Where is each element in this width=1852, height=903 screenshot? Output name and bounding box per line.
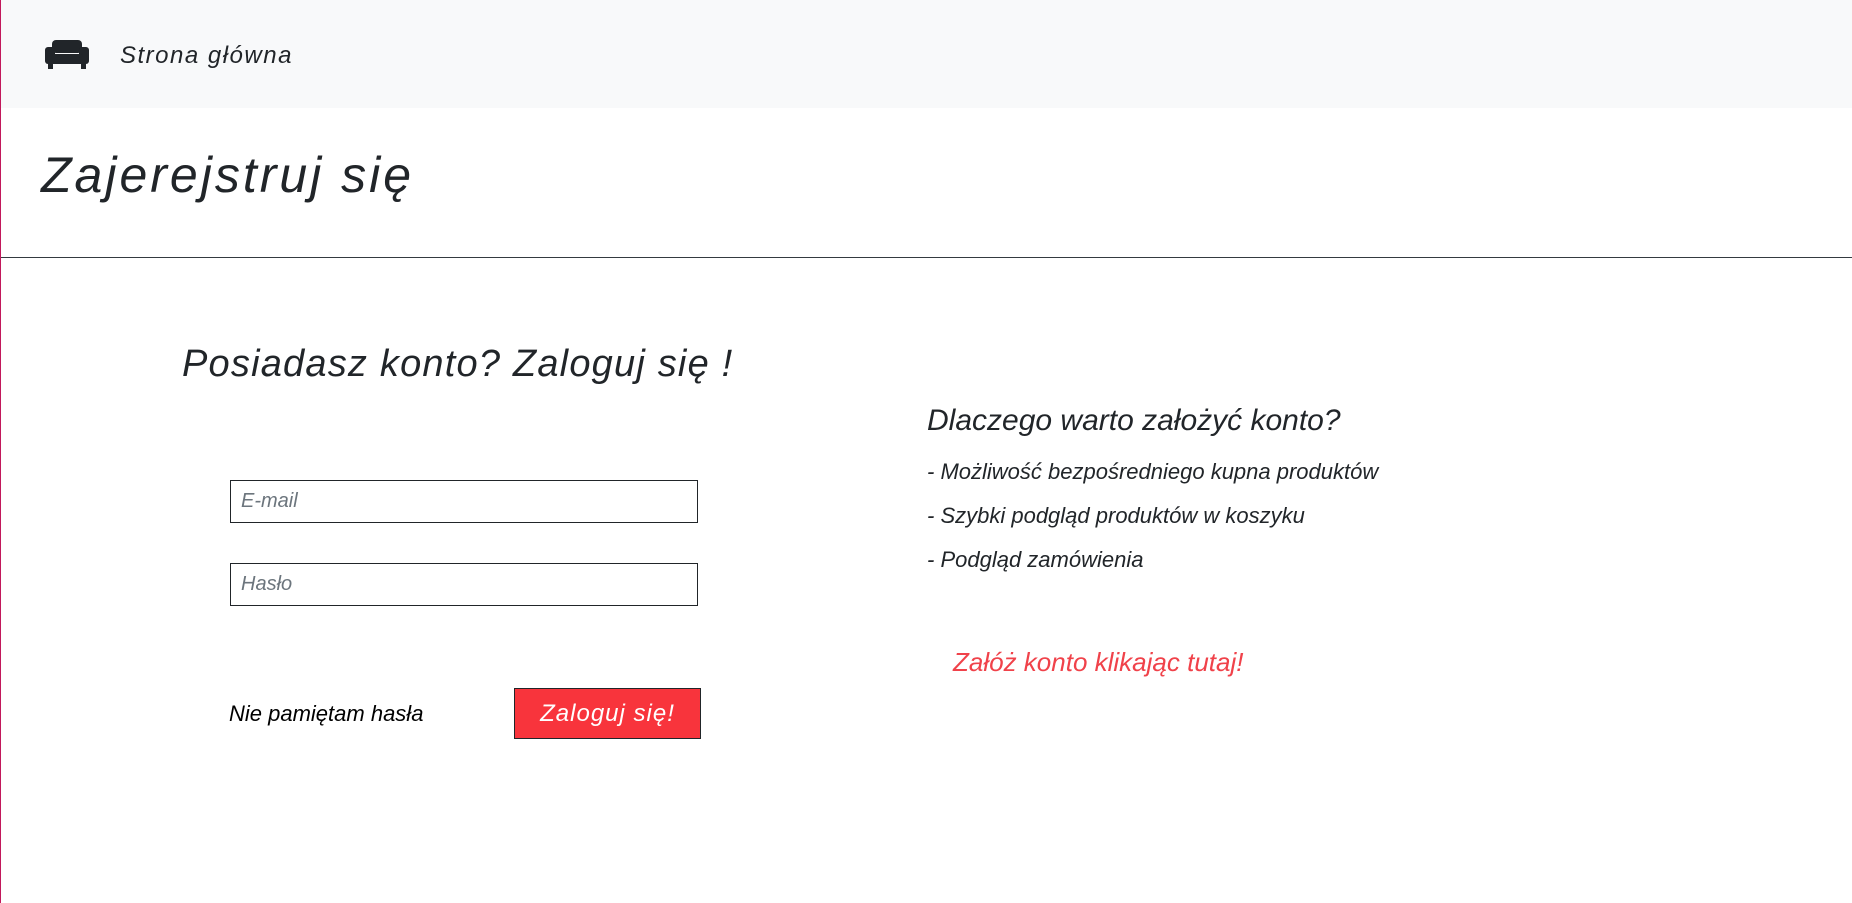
email-input[interactable] — [230, 480, 698, 523]
register-link[interactable]: Załóż konto klikając tutaj! — [953, 647, 1243, 678]
page: Strona główna Zajerejstruj się Posiadasz… — [0, 0, 1852, 903]
login-heading: Posiadasz konto? Zaloguj się ! — [182, 343, 734, 385]
sofa-icon[interactable] — [45, 38, 89, 70]
login-button[interactable]: Zaloguj się! — [514, 688, 701, 739]
benefit-item: - Podgląd zamówienia — [927, 547, 1144, 572]
password-input[interactable] — [230, 563, 698, 606]
home-link[interactable]: Strona główna — [120, 42, 293, 70]
benefits-heading: Dlaczego warto założyć konto? — [927, 404, 1341, 437]
header-divider — [1, 257, 1852, 258]
forgot-password-link[interactable]: Nie pamiętam hasła — [229, 701, 423, 727]
benefit-item: - Możliwość bezpośredniego kupna produkt… — [927, 459, 1379, 484]
navbar: Strona główna — [1, 0, 1852, 108]
benefit-item: - Szybki podgląd produktów w koszyku — [927, 503, 1305, 528]
page-title: Zajerejstruj się — [41, 147, 415, 203]
benefit-list: - Możliwość bezpośredniego kupna produkt… — [927, 459, 1378, 591]
